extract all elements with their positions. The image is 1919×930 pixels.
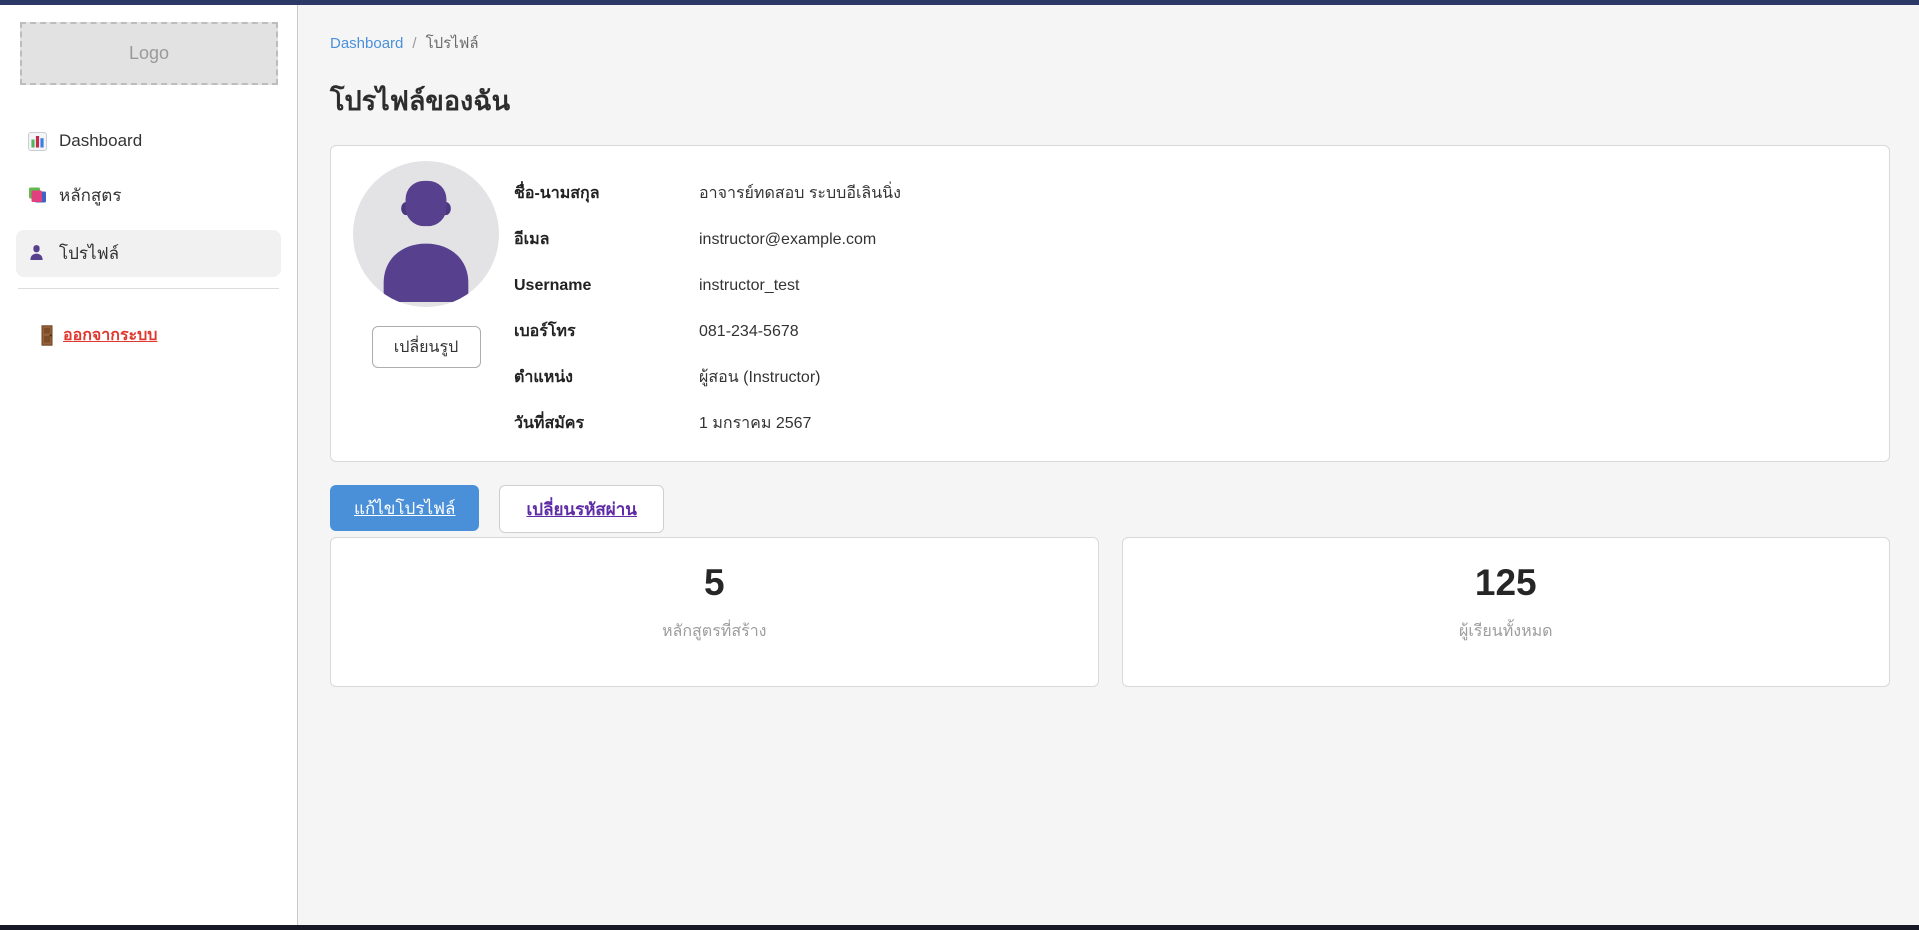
edit-profile-button[interactable]: แก้ไขโปรไฟล์ [330,485,479,531]
stat-card-total-students: 125 ผู้เรียนทั้งหมด [1122,537,1891,687]
field-row-username: Username instructor_test [514,274,901,298]
field-value: ผู้สอน (Instructor) [699,366,820,390]
sidebar-item-dashboard[interactable]: Dashboard [16,121,281,161]
logout-link[interactable]: ออกจากระบบ [40,323,157,348]
field-value: instructor@example.com [699,228,876,252]
person-icon [28,244,47,263]
stat-value: 125 [1123,562,1890,604]
field-row-phone: เบอร์โทร 081-234-5678 [514,320,901,344]
field-value: instructor_test [699,274,799,298]
sidebar: Logo Dashboard หลักสูตร [0,5,298,925]
logo-placeholder: Logo [20,22,278,85]
field-value: อาจารย์ทดสอบ ระบบอีเลินนิ่ง [699,182,901,206]
field-label: Username [514,274,699,298]
breadcrumb-dashboard-link[interactable]: Dashboard [330,35,403,52]
sidebar-item-courses[interactable]: หลักสูตร [16,172,281,219]
sidebar-item-profile[interactable]: โปรไฟล์ [16,230,281,277]
change-password-button[interactable]: เปลี่ยนรหัสผ่าน [499,485,663,533]
field-value: 081-234-5678 [699,320,799,344]
page-title: โปรไฟล์ของฉัน [330,79,1890,122]
sidebar-divider [18,288,279,289]
person-silhouette-icon [353,161,499,307]
field-row-position: ตำแหน่ง ผู้สอน (Instructor) [514,366,901,390]
field-label: ตำแหน่ง [514,366,699,390]
breadcrumb-current: โปรไฟล์ [426,31,479,55]
sidebar-item-label: หลักสูตร [59,182,121,209]
bar-chart-icon [28,132,47,151]
stats-row: 5 หลักสูตรที่สร้าง 125 ผู้เรียนทั้งหมด [330,537,1890,687]
door-icon [40,325,54,346]
window-bottom-strip [0,925,1919,930]
stat-label: ผู้เรียนทั้งหมด [1123,619,1890,644]
sidebar-item-label: โปรไฟล์ [59,240,119,267]
field-label: ชื่อ-นามสกุล [514,182,699,206]
sidebar-item-label: Dashboard [59,131,142,151]
field-label: วันที่สมัคร [514,412,699,436]
change-photo-button[interactable]: เปลี่ยนรูป [372,326,481,368]
profile-actions: แก้ไขโปรไฟล์ เปลี่ยนรหัสผ่าน [330,485,1890,533]
breadcrumb-separator: / [412,35,416,52]
field-row-name: ชื่อ-นามสกุล อาจารย์ทดสอบ ระบบอีเลินนิ่ง [514,182,901,206]
avatar-column: เปลี่ยนรูป [353,161,499,461]
profile-fields: ชื่อ-นามสกุล อาจารย์ทดสอบ ระบบอีเลินนิ่ง… [514,161,901,461]
books-icon [28,186,47,205]
main-content: Dashboard / โปรไฟล์ โปรไฟล์ของฉัน [298,5,1919,925]
field-row-register-date: วันที่สมัคร 1 มกราคม 2567 [514,412,901,436]
stat-card-courses-created: 5 หลักสูตรที่สร้าง [330,537,1099,687]
stat-value: 5 [331,562,1098,604]
stat-label: หลักสูตรที่สร้าง [331,619,1098,644]
logout-label: ออกจากระบบ [63,323,157,348]
field-value: 1 มกราคม 2567 [699,412,811,436]
profile-card: เปลี่ยนรูป ชื่อ-นามสกุล อาจารย์ทดสอบ ระบ… [330,145,1890,462]
logo-text: Logo [129,43,169,64]
field-row-email: อีเมล instructor@example.com [514,228,901,252]
field-label: อีเมล [514,228,699,252]
avatar [353,161,499,307]
field-label: เบอร์โทร [514,320,699,344]
breadcrumb: Dashboard / โปรไฟล์ [330,31,1890,55]
